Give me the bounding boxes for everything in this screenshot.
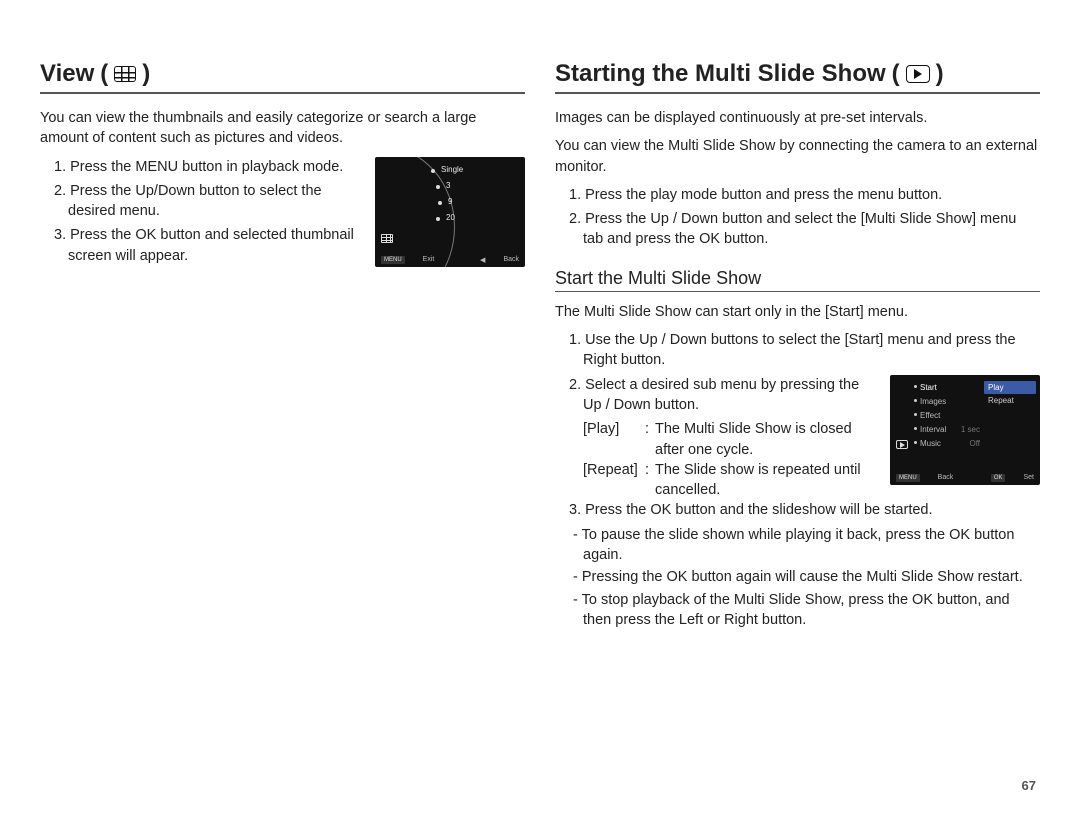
slideshow-intro-1: Images can be displayed continuously at …: [555, 108, 1040, 128]
start-intro: The Multi Slide Show can start only in t…: [555, 302, 1040, 322]
slideshow-heading-text: Starting the Multi Slide Show: [555, 60, 886, 88]
left-column: View ( ) You can view the thumbnails and…: [40, 60, 525, 785]
screen-row-20: 20: [446, 213, 455, 222]
view-heading: View ( ): [40, 60, 525, 94]
view-heading-text: View: [40, 60, 94, 88]
paren-open: (: [892, 60, 900, 88]
slideshow-screen-mockup: Start Images Effect Interval Music 1 sec…: [890, 375, 1040, 485]
view-intro: You can view the thumbnails and easily c…: [40, 108, 525, 149]
screen-play-icon: [896, 440, 908, 449]
paren-close: ): [142, 60, 150, 88]
screen-left-effect: Effect: [920, 409, 946, 423]
step3-sub-3: - To stop playback of the Multi Slide Sh…: [555, 590, 1040, 631]
paren-close: ): [936, 60, 944, 88]
slideshow-top-steps: 1. Press the play mode button and press …: [555, 185, 1040, 250]
view-step-1: 1. Press the MENU button in playback mod…: [54, 157, 365, 177]
screen-val-music: Off: [961, 437, 980, 451]
screen-row-9: 9: [448, 197, 452, 206]
screen-val-interval: 1 sec: [961, 423, 980, 437]
paren-open: (: [100, 60, 108, 88]
screen-grid-icon: [381, 234, 393, 243]
start-step-2: 2. Select a desired sub menu by pressing…: [569, 375, 880, 416]
screen2-ok-tag: OK: [991, 474, 1006, 482]
def-play-val: The Multi Slide Show is closed after one…: [655, 419, 880, 460]
view-step-3: 3. Press the OK button and selected thum…: [54, 225, 365, 266]
start-step-3: 3. Press the OK button and the slideshow…: [569, 500, 1040, 520]
def-repeat-val: The Slide show is repeated until cancell…: [655, 460, 880, 501]
def-play-key: [Play]: [583, 419, 645, 460]
screen-menu-tag: MENU: [381, 256, 405, 264]
screen2-set-label: Set: [1023, 474, 1034, 482]
page-number: 67: [1022, 778, 1036, 793]
slideshow-top-step-2: 2. Press the Up / Down button and select…: [569, 209, 1040, 250]
screen-left-images: Images: [920, 395, 946, 409]
view-steps: 1. Press the MENU button in playback mod…: [40, 157, 365, 266]
view-step-2: 2. Press the Up/Down button to select th…: [54, 181, 365, 222]
slideshow-heading: Starting the Multi Slide Show ( ): [555, 60, 1040, 94]
screen-left-start: Start: [920, 381, 946, 395]
start-subheading: Start the Multi Slide Show: [555, 268, 1040, 292]
screen-opt-play: Play: [984, 381, 1036, 394]
def-repeat-key: [Repeat]: [583, 460, 645, 501]
slideshow-play-icon: [906, 65, 930, 83]
screen-row-3: 3: [446, 181, 450, 190]
screen-row-single: Single: [441, 165, 463, 174]
view-screen-mockup: Single 3 9 20 MENU Exit ◀ Back: [375, 157, 525, 267]
right-column: Starting the Multi Slide Show ( ) Images…: [555, 60, 1040, 785]
screen2-back-label: Back: [938, 474, 954, 482]
slideshow-top-step-1: 1. Press the play mode button and press …: [569, 185, 1040, 205]
screen2-menu-tag: MENU: [896, 474, 920, 482]
screen-left-music: Music: [920, 437, 946, 451]
step3-sub-2: - Pressing the OK button again will caus…: [555, 567, 1040, 587]
screen-opt-repeat: Repeat: [984, 394, 1036, 407]
screen-back-label: Back: [503, 256, 519, 264]
screen-exit-label: Exit: [423, 256, 435, 264]
grid-thumbnail-icon: [114, 66, 136, 82]
screen-left-interval: Interval: [920, 423, 946, 437]
step3-sub-1: - To pause the slide shown while playing…: [555, 525, 1040, 566]
start-step-1: 1. Use the Up / Down buttons to select t…: [569, 330, 1040, 371]
slideshow-intro-2: You can view the Multi Slide Show by con…: [555, 136, 1040, 177]
